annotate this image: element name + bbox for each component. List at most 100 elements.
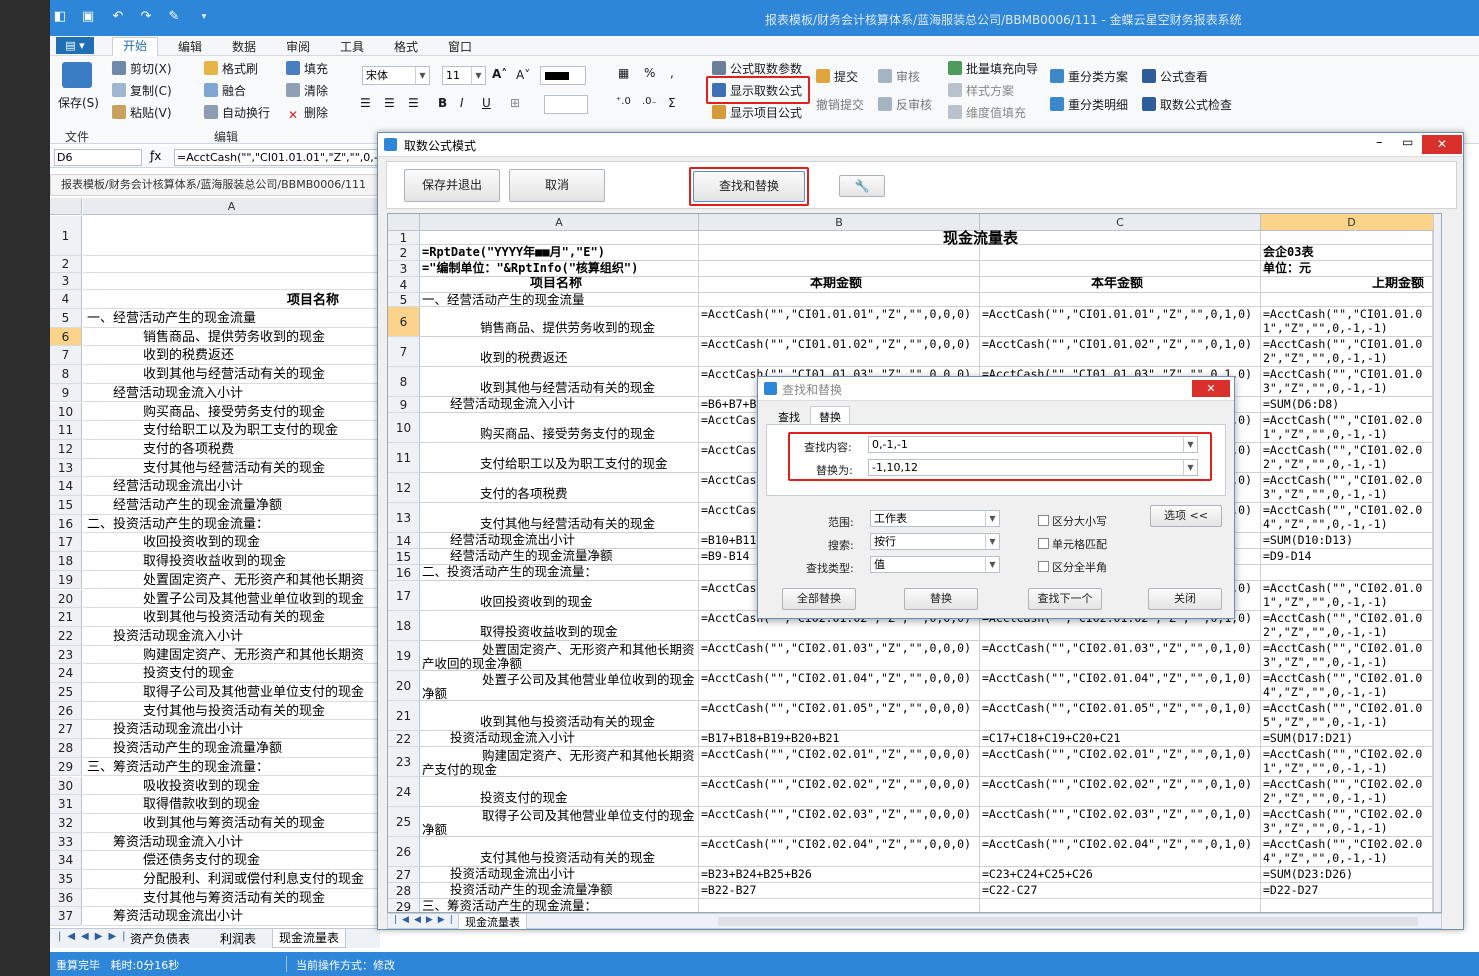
sheet-cell[interactable]: 购建固定资产、无形资产和其他长期资 [83,646,379,665]
row-number[interactable]: 37 [50,907,82,927]
grid-cell-d[interactable] [1261,565,1433,581]
autowrap-button[interactable]: 自动换行 [204,104,270,121]
grid-cell-b[interactable]: =B23+B24+B25+B26 [699,867,980,883]
sheet-cell[interactable]: 经营活动产生的现金流量净额 [83,496,379,515]
options-button[interactable]: 选项 << [1150,505,1222,527]
grid-cell-d[interactable]: =AcctCash("","CI02.01.01","Z","",0,-1,-1… [1261,581,1433,611]
grid-cell-d[interactable]: =AcctCash("","CI02.02.04","Z","",0,-1,-1… [1261,837,1433,867]
grid-cell-d[interactable] [1261,293,1433,307]
sheet-cell[interactable]: 支付的各项税费 [83,440,379,459]
row-number[interactable]: 19 [50,570,82,590]
font-size-select[interactable]: 11 ▼ [442,66,486,85]
sheet-cell[interactable]: 收到其他与投资活动有关的现金 [83,608,379,627]
sheet-cell[interactable]: 一、经营活动产生的现金流量 [83,309,379,328]
grid-cell-c[interactable] [980,261,1261,277]
sheet-cell[interactable]: 投资活动现金流入小计 [83,627,379,646]
sheet-corner[interactable] [50,198,82,215]
grid-cell-b[interactable]: =AcctCash("","CI02.01.03","Z","",0,0,0) [699,641,980,671]
row-number[interactable]: 13 [50,458,82,478]
row-number[interactable]: 18 [50,552,82,571]
grid-cell-d[interactable]: =AcctCash("","CI02.01.05","Z","",0,-1,-1… [1261,701,1433,731]
grid-cell-b[interactable] [699,293,980,307]
grid-row-number[interactable]: 10 [388,413,420,443]
grid-cell-c[interactable]: =AcctCash("","CI01.01.01","Z","",0,1,0) [980,307,1261,337]
grid-cell-a[interactable]: 经营活动现金流入小计 [420,397,699,413]
grid-corner[interactable] [388,214,420,231]
grid-row-number[interactable]: 4 [388,277,420,293]
grid-cell-c[interactable] [980,293,1261,307]
review-button[interactable]: 审核 [878,68,920,85]
close-icon[interactable]: ✕ [1422,135,1462,154]
sheet-cell[interactable]: 投资活动现金流出小计 [83,720,379,740]
replace-button[interactable]: 替换 [904,588,978,610]
grid-cell-d[interactable]: =AcctCash("","CI02.02.01","Z","",0,-1,-1… [1261,747,1433,777]
tab-window[interactable]: 窗口 [448,38,472,55]
submit-button[interactable]: 提交 [816,68,858,85]
find-input[interactable]: 0,-1,-1 ▼ [868,436,1198,453]
grid-cell-d[interactable]: =AcctCash("","CI02.01.02","Z","",0,-1,-1… [1261,611,1433,641]
grid-row-number[interactable]: 27 [388,867,420,883]
save-icon[interactable]: ▣ [80,9,96,25]
paste-button[interactable]: 粘贴(V) [112,104,172,121]
save-large-icon[interactable] [62,62,92,88]
row-number[interactable]: 36 [50,888,82,908]
grid-cell-a[interactable]: 经营活动产生的现金流量净额 [420,549,699,565]
grid-row-number[interactable]: 14 [388,533,420,549]
sheet-cell[interactable]: 取得子公司及其他营业单位支付的现金 [83,683,379,702]
grid-col-c[interactable]: C [980,214,1261,231]
underline-icon[interactable]: U [482,96,491,110]
percent-icon[interactable]: % [644,66,655,80]
sheet-tab-income[interactable]: 利润表 [220,930,256,947]
sheet-cell[interactable]: 项目名称 [83,290,379,309]
grid-cell-d[interactable]: 单位：元 [1261,261,1433,277]
shrink-font-icon[interactable]: A˅ [516,68,530,82]
grid-cell-c[interactable]: =AcctCash("","CI02.02.03","Z","",0,1,0) [980,807,1261,837]
grid-row-number[interactable]: 28 [388,883,420,899]
grid-row-number[interactable]: 1 [388,231,420,245]
grid-cell-b[interactable] [699,899,980,912]
undo-icon[interactable]: ↶ [110,9,126,25]
grid-cell-a[interactable]: 收到的税费返还 [420,337,699,367]
grow-font-icon[interactable]: A˄ [492,67,507,81]
reclass-button[interactable]: 重分类方案 [1050,68,1128,85]
find-close-icon[interactable]: ✕ [1192,380,1230,397]
tab-data[interactable]: 数据 [232,38,256,55]
tab-format[interactable]: 格式 [394,38,418,55]
grid-cell-a[interactable]: =RptDate("YYYY年■■月","E") [420,245,699,261]
dim-fill-button[interactable]: 维度值填充 [948,104,1026,121]
sheet-cell[interactable]: 筹资活动现金流出小计 [83,907,379,927]
sheet-nav-arrows-icon[interactable]: |◀◀▶▶| [58,931,132,942]
grid-cell-a[interactable]: 收到其他与经营活动有关的现金 [420,367,699,397]
sheet-cell[interactable]: 处置固定资产、无形资产和其他长期资 [83,571,379,590]
grid-cell-b[interactable]: =AcctCash("","CI02.01.05","Z","",0,0,0) [699,701,980,731]
grid-cell-d[interactable]: =AcctCash("","CI01.02.02","Z","",0,-1,-1… [1261,443,1433,473]
grid-cell-a[interactable]: 收到其他与投资活动有关的现金 [420,701,699,731]
grid-cell-a[interactable]: 支付其他与经营活动有关的现金 [420,503,699,533]
sheet-cell[interactable]: 支付其他与经营活动有关的现金 [83,459,379,478]
clear-button[interactable]: 清除 [286,82,328,99]
sheet-cell[interactable]: 投资活动产生的现金流量净额 [83,739,379,758]
column-header-a[interactable]: A [83,198,379,215]
grid-cell-d[interactable]: =AcctCash("","CI01.01.03","Z","",0,-1,-1… [1261,367,1433,397]
row-number[interactable]: 35 [50,870,82,889]
grid-cell-b[interactable]: =AcctCash("","CI02.02.04","Z","",0,0,0) [699,837,980,867]
grid-col-a[interactable]: A [420,214,699,231]
grid-cell-a[interactable]: 处置子公司及其他营业单位收到的现金净额 [420,671,699,701]
row-number[interactable]: 9 [50,383,82,403]
row-number[interactable]: 20 [50,589,82,609]
grid-row-number[interactable]: 13 [388,503,420,533]
type-select[interactable]: 值 ▼ [870,556,1000,573]
grid-row-number[interactable]: 9 [388,397,420,413]
grid-cell-a[interactable]: 二、投资活动产生的现金流量： [420,565,699,581]
grid-cell-c[interactable]: =AcctCash("","CI02.02.01","Z","",0,1,0) [980,747,1261,777]
tab-tools[interactable]: 工具 [340,38,364,55]
grid-cell-d[interactable]: =AcctCash("","CI02.02.02","Z","",0,-1,-1… [1261,777,1433,807]
grid-row-number[interactable]: 12 [388,473,420,503]
grid-row-number[interactable]: 7 [388,337,420,367]
bold-icon[interactable]: B [438,96,447,110]
grid-cell-d[interactable]: =D22-D27 [1261,883,1433,899]
grid-col-b[interactable]: B [699,214,980,231]
grid-row-number[interactable]: 19 [388,641,420,671]
brush-icon[interactable]: ✎ [166,9,182,25]
sheet-tab-balance[interactable]: 资产负债表 [130,930,190,947]
